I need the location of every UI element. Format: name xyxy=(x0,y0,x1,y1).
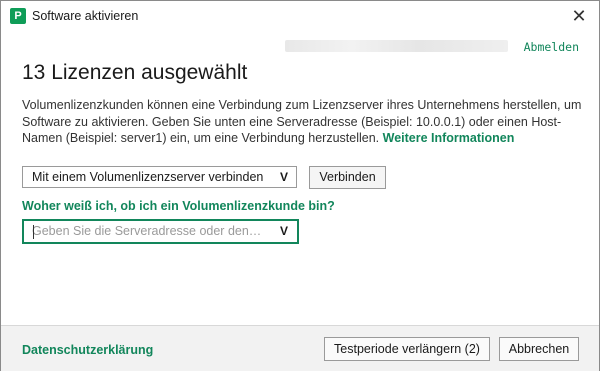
cancel-button[interactable]: Abbrechen xyxy=(499,337,579,361)
volume-customer-help-link[interactable]: Woher weiß ich, ob ich ein Volumenlizenz… xyxy=(22,199,335,213)
app-logo-icon: P xyxy=(10,8,26,24)
logout-link[interactable]: Abmelden xyxy=(524,40,579,54)
description-text: Volumenlizenzkunden können eine Verbindu… xyxy=(22,97,582,147)
chevron-down-icon[interactable]: V xyxy=(280,221,288,242)
connection-mode-value: Mit einem Volumenlizenzserver verbinden xyxy=(32,170,264,184)
server-address-placeholder: Geben Sie die Serveradresse oder den… xyxy=(32,224,262,238)
activation-dialog: P Software aktivieren ✕ Abmelden 13 Lize… xyxy=(0,0,600,371)
window-title: Software aktivieren xyxy=(32,9,139,23)
server-address-input[interactable]: Geben Sie die Serveradresse oder den… V xyxy=(22,219,299,244)
more-info-link[interactable]: Weitere Informationen xyxy=(383,131,515,145)
text-caret xyxy=(33,225,34,239)
extend-trial-button[interactable]: Testperiode verlängern (2) xyxy=(324,337,490,361)
title-bar: P Software aktivieren ✕ xyxy=(1,1,599,32)
connect-button[interactable]: Verbinden xyxy=(309,166,386,189)
connection-mode-select[interactable]: Mit einem Volumenlizenzserver verbinden … xyxy=(22,166,297,188)
chevron-down-icon: V xyxy=(279,170,288,184)
account-email-redacted xyxy=(285,40,508,52)
dialog-footer: Datenschutzerklärung Testperiode verläng… xyxy=(1,325,599,371)
page-title: 13 Lizenzen ausgewählt xyxy=(22,61,248,84)
privacy-policy-link[interactable]: Datenschutzerklärung xyxy=(22,343,153,357)
close-icon[interactable]: ✕ xyxy=(569,5,589,27)
